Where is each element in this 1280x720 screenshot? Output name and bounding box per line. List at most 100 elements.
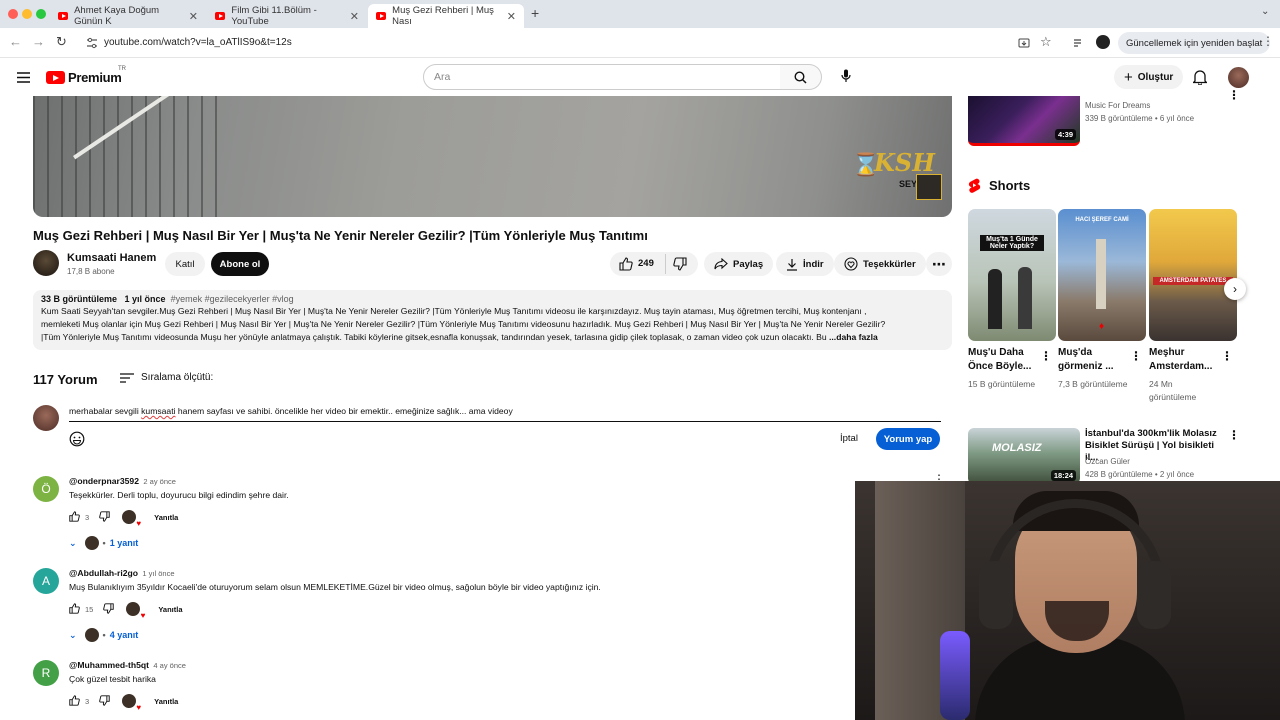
close-window-button[interactable] bbox=[8, 9, 18, 19]
short-title[interactable]: Meşhur Amsterdam... bbox=[1149, 346, 1219, 374]
minimize-window-button[interactable] bbox=[22, 9, 32, 19]
related-video-channel[interactable]: Music For Dreams bbox=[1085, 99, 1150, 112]
hamburger-menu-icon[interactable] bbox=[17, 70, 30, 88]
more-actions-icon[interactable]: ⋯ bbox=[926, 252, 952, 276]
shorts-next-chevron-icon[interactable]: › bbox=[1224, 278, 1246, 300]
video-thumbnail[interactable]: MOLASIZ 18:24 bbox=[968, 428, 1080, 484]
short-menu-icon[interactable]: ⋮ bbox=[1040, 350, 1052, 362]
channel-name[interactable]: Kumsaati Hanem bbox=[67, 252, 156, 264]
channel-avatar[interactable] bbox=[33, 250, 59, 276]
short-thumbnail[interactable]: Muş'ta 1 Günde Neler Yaptık? bbox=[968, 209, 1056, 341]
video-duration: 4:39 bbox=[1054, 129, 1076, 140]
notifications-bell-icon[interactable] bbox=[1191, 69, 1209, 90]
commenter-avatar[interactable]: R bbox=[33, 660, 59, 686]
comment-like-button[interactable] bbox=[69, 694, 80, 708]
plus-icon: + bbox=[1124, 68, 1133, 86]
profile-avatar[interactable] bbox=[1096, 35, 1110, 49]
join-button[interactable]: Katıl bbox=[165, 252, 205, 276]
browser-menu-icon[interactable]: ⋮ bbox=[1262, 34, 1274, 48]
video-menu-icon[interactable]: ⋮ bbox=[1228, 429, 1240, 441]
person-figure bbox=[1018, 267, 1032, 329]
youtube-logo-icon bbox=[46, 71, 65, 84]
short-title[interactable]: Muş'u Daha Önce Böyle... bbox=[968, 346, 1038, 374]
comment-like-button[interactable] bbox=[69, 602, 80, 616]
comment-like-button[interactable] bbox=[69, 510, 80, 524]
forward-icon[interactable]: → bbox=[32, 34, 45, 49]
short-views: 15 B görüntüleme bbox=[968, 379, 1036, 389]
reply-button[interactable]: Yanıtla bbox=[154, 697, 178, 706]
comment-author[interactable]: @Muhammed-th5qt bbox=[69, 660, 149, 670]
description-box[interactable]: 33 B görüntüleme 1 yıl önce #yemek #gezi… bbox=[33, 290, 952, 350]
commenter-avatar[interactable]: Ö bbox=[33, 476, 59, 502]
update-restart-button[interactable]: Güncellemek için yeniden başlat bbox=[1118, 32, 1271, 54]
media-controls-icon[interactable] bbox=[1073, 36, 1085, 54]
comment-input[interactable]: merhabalar sevgili kumsaati hanem sayfas… bbox=[69, 406, 941, 422]
comment-author[interactable]: @onderpnar3592 bbox=[69, 476, 139, 486]
short-thumbnail[interactable]: HACI ŞEREF CAMİ ♦ bbox=[1058, 209, 1146, 341]
share-button[interactable]: Paylaş bbox=[704, 252, 774, 276]
show-more-link[interactable]: ...daha fazla bbox=[829, 332, 878, 342]
reply-button[interactable]: Yanıtla bbox=[158, 605, 182, 614]
download-button[interactable]: İndir bbox=[776, 252, 834, 276]
comment-time[interactable]: 1 yıl önce bbox=[142, 569, 174, 578]
post-comment-button[interactable]: Yorum yap bbox=[876, 428, 940, 450]
search-input[interactable]: Ara bbox=[423, 64, 781, 90]
browser-tab-active[interactable]: Muş Gezi Rehberi | Muş Nası ✕ bbox=[368, 4, 524, 28]
short-thumbnail[interactable]: AMSTERDAM PATATES bbox=[1149, 209, 1237, 341]
reply-count: 1 yanıt bbox=[109, 538, 139, 548]
video-player[interactable] bbox=[33, 96, 952, 217]
video-thumbnail[interactable]: 4:39 bbox=[968, 96, 1080, 146]
show-replies-button[interactable]: ⌄ • 4 yanıt bbox=[69, 628, 138, 642]
reload-icon[interactable]: ↻ bbox=[56, 34, 67, 50]
sort-button[interactable]: Sıralama ölçütü: bbox=[120, 372, 213, 383]
cancel-button[interactable]: İptal bbox=[840, 433, 858, 444]
emoji-button[interactable] bbox=[69, 431, 85, 452]
bookmark-star-icon[interactable]: ☆ bbox=[1040, 34, 1052, 50]
maximize-window-button[interactable] bbox=[36, 9, 46, 19]
commenter-avatar[interactable]: A bbox=[33, 568, 59, 594]
short-menu-icon[interactable]: ⋮ bbox=[1130, 350, 1142, 362]
thumbs-down-icon bbox=[103, 602, 115, 614]
hashtags[interactable]: #yemek #gezilecekyerler #vlog bbox=[171, 294, 294, 304]
comment-thread: R @Muhammed-th5qt 4 ay önce Çok güzel te… bbox=[33, 660, 933, 720]
close-tab-icon[interactable]: ✕ bbox=[507, 10, 516, 23]
region-code: TR bbox=[118, 66, 126, 72]
install-app-icon[interactable] bbox=[1018, 36, 1030, 54]
related-video[interactable]: MOLASIZ 18:24 İstanbul'da 300km'lik Mola… bbox=[968, 428, 1240, 484]
back-icon[interactable]: ← bbox=[9, 34, 22, 49]
user-avatar bbox=[33, 405, 59, 431]
browser-tab[interactable]: Film Gibi 11.Bölüm - YouTube ✕ bbox=[207, 4, 367, 28]
show-replies-button[interactable]: ⌄ • 1 yanıt bbox=[69, 536, 138, 550]
comment-author[interactable]: @Abdullah-ri2go bbox=[69, 568, 138, 578]
close-tab-icon[interactable]: ✕ bbox=[189, 10, 198, 23]
comment-dislike-button[interactable] bbox=[99, 694, 110, 708]
subscribe-button[interactable]: Abone ol bbox=[211, 252, 269, 276]
comment-time[interactable]: 2 ay önce bbox=[143, 477, 176, 486]
comment-time[interactable]: 4 ay önce bbox=[153, 661, 186, 670]
create-button[interactable]: + Oluştur bbox=[1114, 65, 1184, 89]
close-tab-icon[interactable]: ✕ bbox=[350, 10, 359, 23]
comment-dislike-button[interactable] bbox=[103, 602, 115, 616]
chevron-down-icon: ⌄ bbox=[69, 629, 77, 640]
video-menu-icon[interactable]: ⋮ bbox=[1228, 89, 1240, 101]
youtube-favicon-icon bbox=[58, 12, 69, 20]
related-video[interactable]: 4:39 Music For Dreams 339 B görüntüleme … bbox=[968, 89, 1240, 148]
voice-search-icon[interactable] bbox=[841, 69, 851, 89]
comment-actions: 3 Yanıtla bbox=[69, 694, 178, 712]
youtube-premium-logo[interactable]: Premium TR bbox=[46, 66, 126, 85]
account-avatar[interactable] bbox=[1228, 67, 1249, 88]
new-tab-icon[interactable]: + bbox=[531, 5, 539, 21]
comment-dislike-button[interactable] bbox=[99, 510, 110, 524]
thanks-button[interactable]: Teşekkürler bbox=[834, 252, 926, 276]
short-menu-icon[interactable]: ⋮ bbox=[1221, 350, 1233, 362]
dislike-button[interactable] bbox=[673, 257, 687, 276]
related-video-channel[interactable]: Özcan Güler bbox=[1085, 455, 1130, 468]
browser-tab[interactable]: Ahmet Kaya Doğum Günün K ✕ bbox=[50, 4, 206, 28]
search-button[interactable] bbox=[780, 64, 822, 90]
short-title[interactable]: Muş'da görmeniz ... bbox=[1058, 346, 1128, 374]
site-settings-icon[interactable] bbox=[86, 36, 98, 54]
address-bar[interactable]: youtube.com/watch?v=la_oATlIS9o&t=12s bbox=[104, 37, 292, 48]
tab-list-chevron-icon[interactable]: ⌄ bbox=[1261, 6, 1269, 17]
reply-button[interactable]: Yanıtla bbox=[154, 513, 178, 522]
like-button[interactable] bbox=[619, 257, 633, 276]
